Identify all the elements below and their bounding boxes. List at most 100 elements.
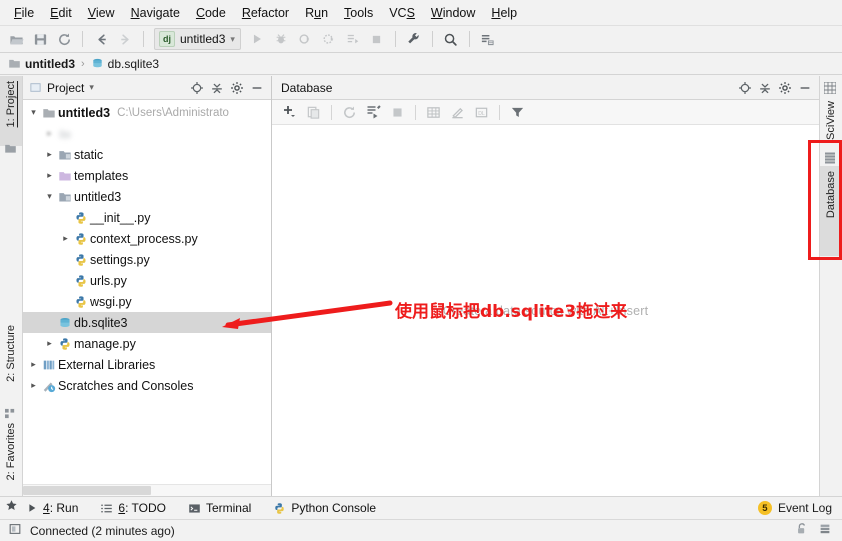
menu-item-tools[interactable]: Tools: [336, 3, 381, 23]
tree-row[interactable]: ▸: [23, 123, 271, 144]
gear-icon[interactable]: [775, 78, 795, 98]
run-sql-button[interactable]: [362, 102, 385, 123]
chevron-down-icon[interactable]: ▾: [89, 82, 94, 93]
chevron-right-icon[interactable]: ▸: [43, 170, 56, 181]
main-content-area: 1: Project 2: Structure 2: Favorites Pro…: [0, 76, 842, 515]
run-configuration-selector[interactable]: dj untitled3 ▾: [154, 28, 241, 50]
favorites-star-icon[interactable]: [5, 499, 18, 515]
bottom-tab-terminal[interactable]: Terminal: [188, 501, 251, 515]
sidebar-item-favorites[interactable]: 2: Favorites: [0, 418, 22, 502]
sciview-grid-icon: [823, 81, 837, 97]
menu-item-navigate[interactable]: Navigate: [123, 3, 188, 23]
bottom-tab-6-todo[interactable]: 6: TODO: [100, 501, 166, 515]
breadcrumb-project[interactable]: untitled3: [8, 57, 75, 71]
tree-row[interactable]: ▸ External Libraries: [23, 354, 271, 375]
minimize-icon[interactable]: [795, 78, 815, 98]
tree-row-label: untitled3: [58, 105, 111, 120]
tree-row-label: urls.py: [90, 273, 127, 288]
tree-row[interactable]: ▸ Scratches and Consoles: [23, 375, 271, 396]
database-file-icon: [56, 316, 73, 330]
bottom-tab-python-console[interactable]: Python Console: [273, 501, 376, 515]
chevron-right-icon[interactable]: ▸: [43, 128, 56, 139]
tree-row[interactable]: ▸__init__.py: [23, 207, 271, 228]
crosshair-target-icon[interactable]: [735, 78, 755, 98]
collapse-all-icon[interactable]: [207, 78, 227, 98]
menu-item-code[interactable]: Code: [188, 3, 234, 23]
menu-item-window[interactable]: Window: [423, 3, 483, 23]
collapse-all-icon[interactable]: [755, 78, 775, 98]
python-file-icon: [72, 232, 89, 246]
menu-item-help[interactable]: Help: [483, 3, 525, 23]
menu-item-run[interactable]: Run: [297, 3, 336, 23]
python-file-icon: [56, 337, 73, 351]
menu-item-vcs[interactable]: VCS: [381, 3, 423, 23]
tree-row[interactable]: ▸wsgi.py: [23, 291, 271, 312]
update-project-icon[interactable]: [477, 29, 499, 50]
tree-row[interactable]: ▸ manage.py: [23, 333, 271, 354]
chevron-right-icon[interactable]: ▸: [59, 233, 72, 244]
terminal-icon: [188, 502, 201, 515]
tree-row[interactable]: ▸ static: [23, 144, 271, 165]
unlock-icon[interactable]: [795, 522, 809, 539]
folder-src-icon: [56, 148, 73, 162]
folder-icon: [8, 57, 21, 71]
menu-item-refactor[interactable]: Refactor: [234, 3, 297, 23]
chevron-right-icon[interactable]: ▸: [43, 149, 56, 160]
chevron-down-icon[interactable]: ▾: [230, 34, 235, 45]
tree-row[interactable]: ▾ untitled3: [23, 186, 271, 207]
project-panel-title-group[interactable]: Project ▾: [29, 81, 94, 95]
breadcrumb-file[interactable]: db.sqlite3: [91, 57, 159, 71]
arrow-left-icon[interactable]: [90, 29, 112, 50]
project-tree-horizontal-scrollbar[interactable]: [23, 484, 271, 496]
tree-row[interactable]: ▸ templates: [23, 165, 271, 186]
bottom-tab-4-run[interactable]: 4: Run: [26, 501, 78, 515]
run-profile-icon: [318, 29, 340, 50]
breadcrumb-file-label: db.sqlite3: [107, 56, 160, 71]
sidebar-item-project[interactable]: 1: Project: [0, 76, 22, 146]
chevron-right-icon[interactable]: ▸: [43, 338, 56, 349]
chevron-down-icon[interactable]: ▾: [27, 107, 40, 118]
project-tree[interactable]: ▾ untitled3 C:\Users\Administrato ▸ ▸ static ▸…: [23, 100, 271, 484]
tree-row[interactable]: ▸db.sqlite3: [23, 312, 271, 333]
menu-item-file[interactable]: File: [6, 3, 42, 23]
scrollbar-thumb[interactable]: [23, 486, 151, 495]
pycharm-window: File Edit View Navigate Code Refactor Run Tools…: [0, 0, 842, 541]
tree-row-label: templates: [74, 168, 129, 183]
run-tests-icon: [342, 29, 364, 50]
minimize-icon[interactable]: [247, 78, 267, 98]
tree-row[interactable]: ▾ untitled3 C:\Users\Administrato: [23, 102, 271, 123]
chevron-down-icon[interactable]: ▾: [43, 191, 56, 202]
search-icon[interactable]: [440, 29, 462, 50]
modify-button: [446, 102, 469, 123]
memory-stack-icon[interactable]: [818, 522, 832, 539]
open-folder-icon[interactable]: [5, 29, 27, 50]
gear-icon[interactable]: [227, 78, 247, 98]
filter-button[interactable]: [506, 102, 529, 123]
annotation-note: 使用鼠标把db.sqlite3拖过来: [395, 302, 628, 322]
toolbar-separator: [331, 104, 332, 120]
event-log-count-badge: 5: [757, 501, 772, 515]
sidebar-item-sciview-label: SciView: [825, 101, 837, 140]
wrench-icon[interactable]: [403, 29, 425, 50]
tree-row[interactable]: ▸settings.py: [23, 249, 271, 270]
tree-row[interactable]: ▸ context_process.py: [23, 228, 271, 249]
refresh-icon[interactable]: [53, 29, 75, 50]
menu-item-edit[interactable]: Edit: [42, 3, 80, 23]
add-data-source-button[interactable]: [278, 102, 301, 123]
chevron-right-icon[interactable]: ▸: [27, 380, 40, 391]
tree-row-label: __init__.py: [90, 210, 151, 225]
status-bar-text: Connected (2 minutes ago): [30, 523, 175, 538]
django-icon: dj: [159, 31, 175, 47]
toolbar-separator: [394, 31, 396, 47]
menu-item-view[interactable]: View: [80, 3, 123, 23]
duplicate-button: [302, 102, 325, 123]
save-icon[interactable]: [29, 29, 51, 50]
chevron-right-icon[interactable]: ▸: [27, 359, 40, 370]
tree-row[interactable]: ▸urls.py: [23, 270, 271, 291]
crosshair-target-icon[interactable]: [187, 78, 207, 98]
tree-row-label: settings.py: [90, 252, 150, 267]
sidebar-item-structure[interactable]: 2: Structure: [0, 320, 22, 406]
bottom-tab-label: 4: Run: [43, 501, 79, 515]
bottom-tab-label: Python Console: [291, 501, 377, 515]
event-log-button[interactable]: 5 Event Log: [757, 501, 832, 515]
